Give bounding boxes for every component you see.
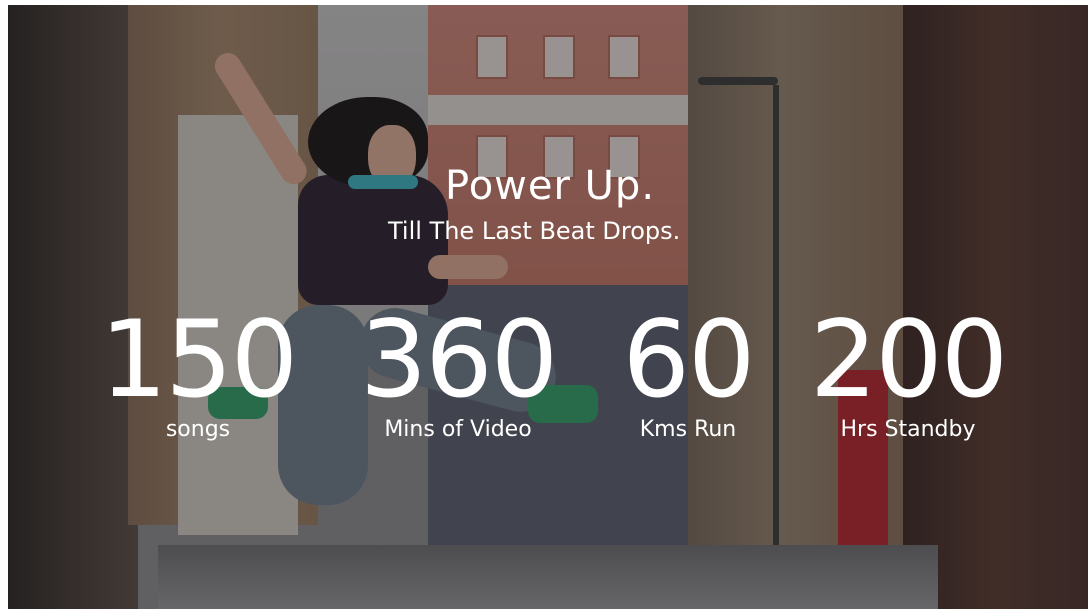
stat-songs: 150 songs [93,305,303,443]
stat-value: 150 [99,298,298,421]
hero-banner: Power Up. Till The Last Beat Drops. 150 … [8,5,1088,609]
stat-value: 200 [809,298,1008,421]
stat-value: 60 [622,298,756,421]
stat-video: 360 Mins of Video [343,305,573,443]
hero-headline: Power Up. [445,163,656,209]
stats-row: 150 songs 360 Mins of Video 60 Kms Run 2… [93,305,1053,455]
hero-subline: Till The Last Beat Drops. [388,217,681,245]
stat-standby: 200 Hrs Standby [793,305,1023,443]
stat-value: 360 [359,298,558,421]
stat-run: 60 Kms Run [598,305,778,443]
